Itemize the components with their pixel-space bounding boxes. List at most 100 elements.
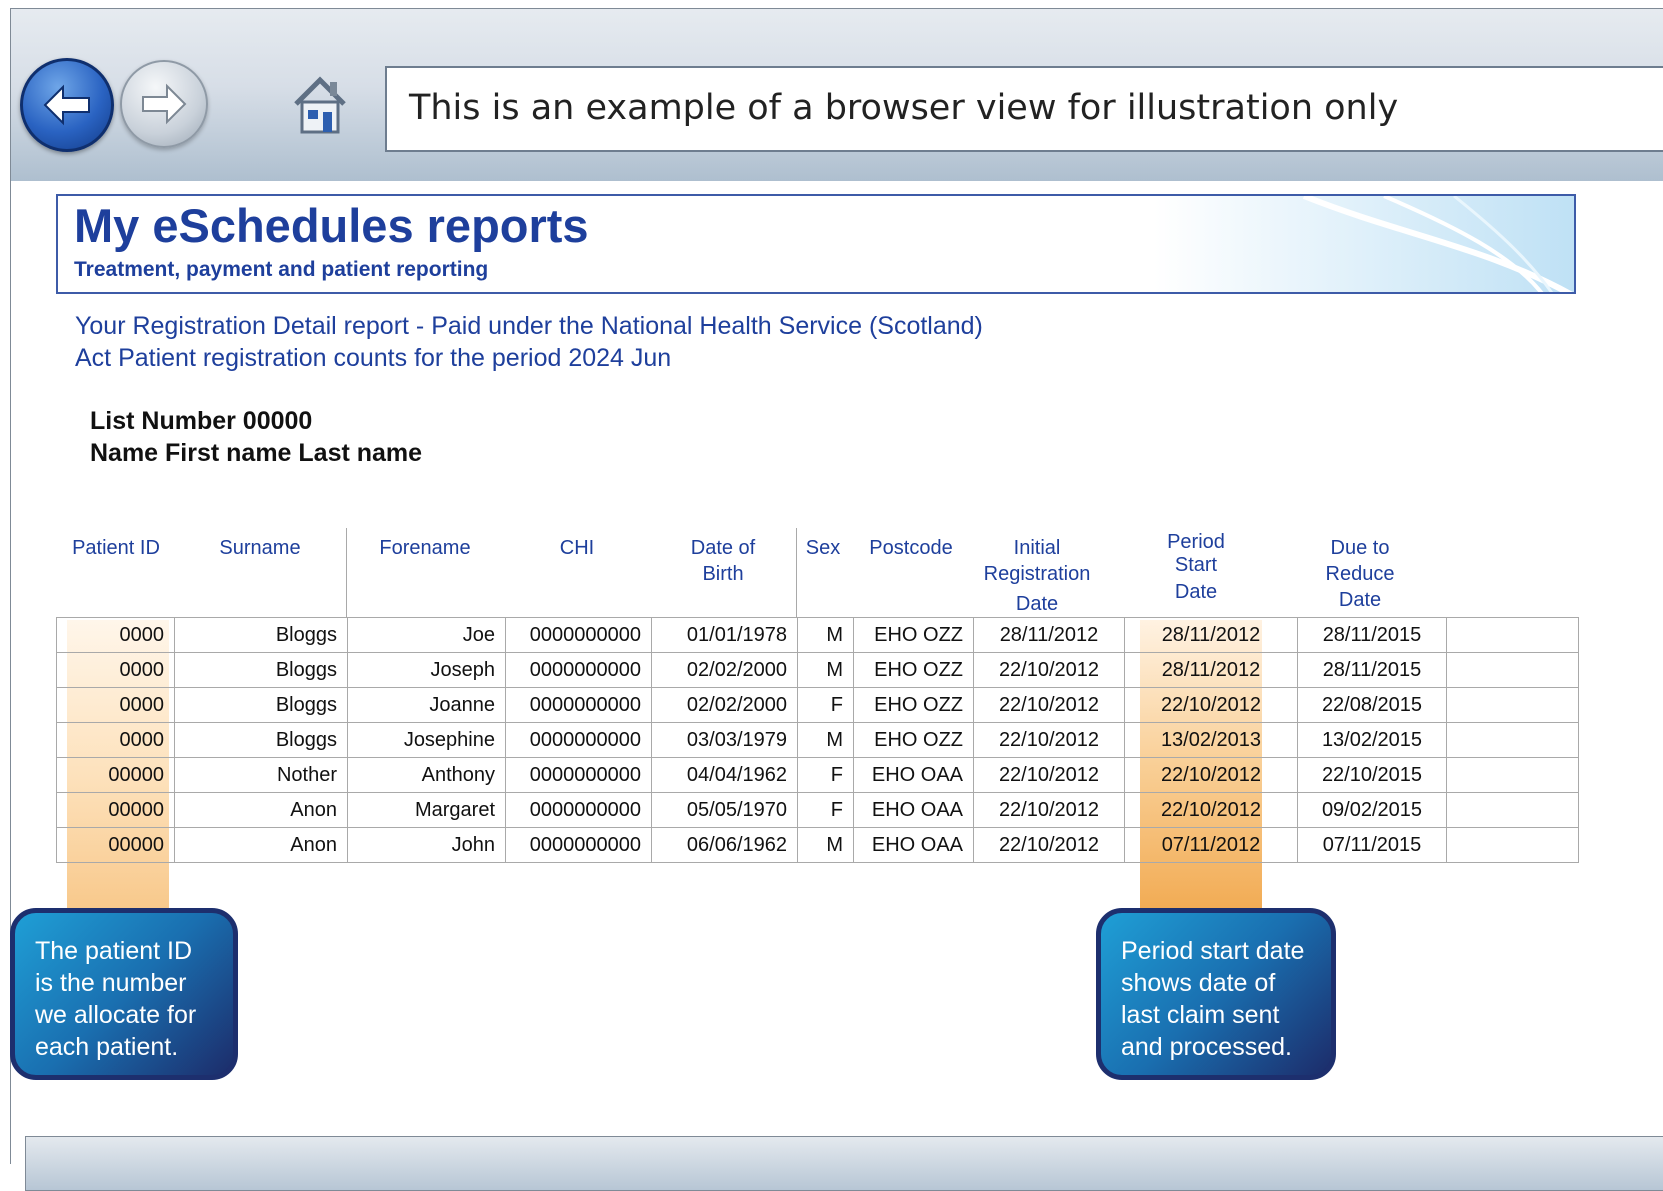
cell-postcode: EHO OAA [853, 792, 974, 828]
cell-period-start-date: 07/11/2012 [1124, 827, 1298, 863]
report-description-line-1: Your Registration Detail report - Paid u… [75, 312, 983, 340]
cell-patient-id: 00000 [56, 792, 175, 828]
header-forename: Forename [379, 537, 471, 559]
report-banner: My eSchedules reports Treatment, payment… [56, 194, 1576, 294]
header-due-to-reduce-date: Due to Reduce Date [1309, 535, 1411, 613]
cell-chi: 0000000000 [505, 722, 652, 758]
cell-initial-registration-date: 22/10/2012 [973, 792, 1125, 828]
cell-initial-registration-date: 22/10/2012 [973, 757, 1125, 793]
cell-date-of-birth: 04/04/1962 [651, 757, 798, 793]
header-initial-registration-date: Initial Registration Date [974, 535, 1100, 617]
header-sex: Sex [805, 537, 841, 559]
back-button[interactable] [20, 58, 114, 152]
cell-postcode: EHO OZZ [853, 687, 974, 723]
cell-sex: M [797, 827, 854, 863]
cell-date-of-birth: 05/05/1970 [651, 792, 798, 828]
cell-date-of-birth: 03/03/1979 [651, 722, 798, 758]
home-button[interactable] [290, 74, 350, 136]
forward-arrow-icon [142, 83, 187, 125]
cell-surname: Bloggs [174, 617, 348, 653]
cell-due-to-reduce-date: 28/11/2015 [1297, 617, 1447, 653]
cell-forename: John [347, 827, 506, 863]
cell-sex: M [797, 652, 854, 688]
report-description: Your Registration Detail report - Paid u… [75, 310, 983, 374]
cell-chi: 0000000000 [505, 617, 652, 653]
cell-patient-id: 0000 [56, 652, 175, 688]
header-date-of-birth: Date of Birth [670, 535, 776, 587]
cell-sex: M [797, 722, 854, 758]
cell-initial-registration-date: 22/10/2012 [973, 652, 1125, 688]
header-period-start-date: Period Start Date [1146, 531, 1246, 604]
cell-empty [1446, 827, 1579, 863]
cell-due-to-reduce-date: 22/10/2015 [1297, 757, 1447, 793]
cell-forename: Josephine [347, 722, 506, 758]
browser-status-bar [25, 1136, 1663, 1191]
table-row: 00000 Anon Margaret 0000000000 05/05/1970 F EH… [56, 792, 1579, 828]
cell-initial-registration-date: 22/10/2012 [973, 687, 1125, 723]
header-due-line-2: Reduce [1325, 563, 1395, 585]
cell-sex: F [797, 687, 854, 723]
cell-sex: M [797, 617, 854, 653]
cell-forename: Joe [347, 617, 506, 653]
cell-postcode: EHO OZZ [853, 722, 974, 758]
cell-surname: Anon [174, 792, 348, 828]
header-divider [346, 528, 347, 618]
header-due-line-3: Date [1338, 589, 1382, 611]
list-info: List Number 00000 Name First name Last n… [90, 405, 422, 469]
back-arrow-icon [43, 84, 90, 126]
cell-chi: 0000000000 [505, 652, 652, 688]
cell-patient-id: 00000 [56, 827, 175, 863]
period-start-callout: Period start date shows date of last cla… [1096, 908, 1336, 1080]
cell-patient-id: 0000 [56, 687, 175, 723]
header-initial-line-2: Registration [983, 563, 1091, 585]
cell-chi: 0000000000 [505, 687, 652, 723]
header-initial-line-1: Initial [1013, 537, 1061, 559]
list-number: List Number 00000 [90, 407, 313, 435]
forward-button[interactable] [120, 60, 208, 148]
cell-period-start-date: 28/11/2012 [1124, 652, 1298, 688]
cell-date-of-birth: 01/01/1978 [651, 617, 798, 653]
cell-date-of-birth: 06/06/1962 [651, 827, 798, 863]
cell-forename: Anthony [347, 757, 506, 793]
cell-chi: 0000000000 [505, 792, 652, 828]
cell-empty [1446, 722, 1579, 758]
cell-due-to-reduce-date: 28/11/2015 [1297, 652, 1447, 688]
header-dob-line-2: Birth [702, 563, 744, 585]
cell-patient-id: 00000 [56, 757, 175, 793]
cell-due-to-reduce-date: 09/02/2015 [1297, 792, 1447, 828]
cell-surname: Anon [174, 827, 348, 863]
cell-postcode: EHO OAA [853, 757, 974, 793]
cell-period-start-date: 22/10/2012 [1124, 757, 1298, 793]
table-row: 0000 Bloggs Joanne 0000000000 02/02/2000 F EHO… [56, 687, 1579, 723]
cell-forename: Joanne [347, 687, 506, 723]
home-icon [294, 76, 346, 134]
cell-surname: Bloggs [174, 652, 348, 688]
table-row: 0000 Bloggs Joe 0000000000 01/01/1978 M EHO OZ… [56, 617, 1579, 653]
cell-due-to-reduce-date: 07/11/2015 [1297, 827, 1447, 863]
cell-patient-id: 0000 [56, 617, 175, 653]
cell-due-to-reduce-date: 13/02/2015 [1297, 722, 1447, 758]
cell-sex: F [797, 792, 854, 828]
banner-swoosh-graphic [1154, 196, 1574, 292]
header-period-line-3: Date [1174, 581, 1218, 603]
list-name: Name First name Last name [90, 439, 423, 467]
address-bar[interactable]: This is an example of a browser view for… [385, 66, 1663, 152]
header-period-line-1: Period [1167, 531, 1225, 553]
cell-postcode: EHO OZZ [853, 617, 974, 653]
cell-initial-registration-date: 22/10/2012 [973, 827, 1125, 863]
cell-postcode: EHO OAA [853, 827, 974, 863]
cell-empty [1446, 687, 1579, 723]
cell-postcode: EHO OZZ [853, 652, 974, 688]
cell-date-of-birth: 02/02/2000 [651, 687, 798, 723]
cell-forename: Joseph [347, 652, 506, 688]
cell-due-to-reduce-date: 22/08/2015 [1297, 687, 1447, 723]
header-dob-line-1: Date of [690, 537, 756, 559]
header-initial-line-3: Date [1015, 593, 1059, 615]
page-title: My eSchedules reports [74, 199, 589, 252]
address-text: This is an example of a browser view for… [409, 88, 1399, 128]
cell-chi: 0000000000 [505, 827, 652, 863]
patient-id-callout: The patient ID is the number we allocate… [10, 908, 238, 1080]
cell-empty [1446, 757, 1579, 793]
table-row: 00000 Nother Anthony 0000000000 04/04/1962 F E… [56, 757, 1579, 793]
header-patient-id: Patient ID [72, 537, 160, 559]
